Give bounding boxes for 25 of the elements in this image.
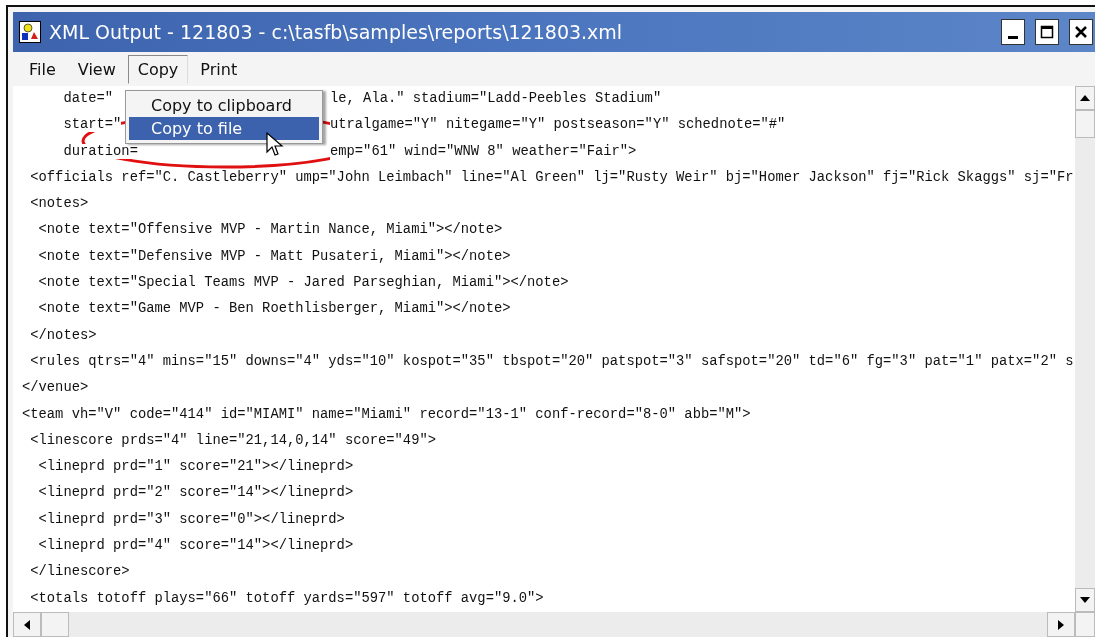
scroll-down-button[interactable] bbox=[1075, 588, 1095, 612]
maximize-button[interactable] bbox=[1035, 19, 1059, 45]
up-arrow-icon bbox=[1080, 94, 1090, 102]
maximize-icon bbox=[1040, 25, 1054, 39]
scroll-thumb[interactable] bbox=[41, 612, 69, 637]
menu-item[interactable]: Print bbox=[190, 54, 248, 84]
scroll-up-button[interactable] bbox=[1075, 86, 1095, 110]
resize-grip[interactable] bbox=[1075, 612, 1095, 637]
left-arrow-icon bbox=[23, 619, 31, 630]
right-arrow-icon bbox=[1057, 619, 1065, 630]
close-button[interactable] bbox=[1069, 19, 1093, 45]
menu-item[interactable]: Copy bbox=[127, 54, 189, 84]
close-icon bbox=[1075, 26, 1087, 38]
menu-item[interactable]: View bbox=[67, 54, 126, 84]
scroll-left-button[interactable] bbox=[13, 612, 41, 637]
window-title: XML Output - 121803 - c:\tasfb\samples\reports\121803.xml bbox=[49, 21, 624, 43]
menu-option[interactable]: Copy to file bbox=[129, 117, 319, 140]
menu-option[interactable]: Copy to clipboard bbox=[129, 94, 319, 117]
down-arrow-icon bbox=[1080, 596, 1090, 604]
scroll-right-button[interactable] bbox=[1047, 612, 1075, 637]
minimize-icon bbox=[1008, 35, 1018, 39]
scroll-thumb[interactable] bbox=[1075, 110, 1095, 138]
menu-item[interactable]: File bbox=[19, 54, 66, 84]
app-icon bbox=[19, 21, 41, 43]
minimize-button[interactable] bbox=[1001, 19, 1025, 45]
